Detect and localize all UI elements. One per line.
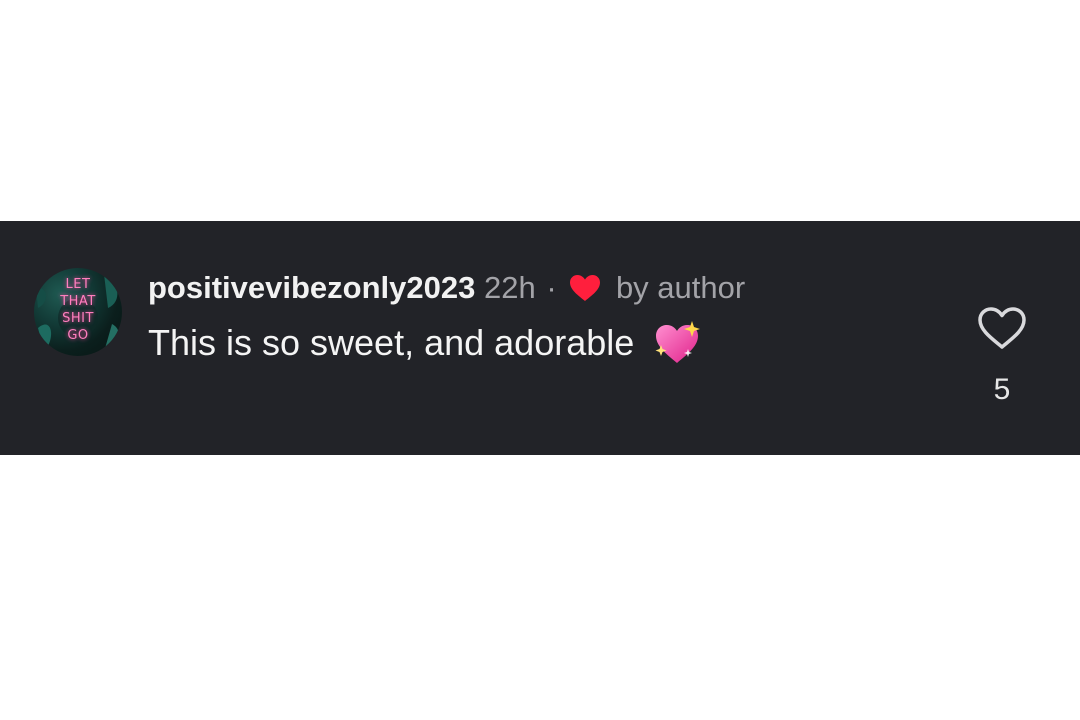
liked-by-author-label: by author: [615, 270, 746, 305]
avatar[interactable]: LET THAT SHIT GO: [34, 268, 122, 356]
comment-body: This is so sweet, and adorable: [148, 322, 635, 363]
avatar-neon-text: LET THAT SHIT GO: [34, 276, 122, 344]
red-heart-icon: [570, 275, 601, 301]
avatar-text-line: SHIT: [62, 311, 94, 326]
comment-row: LET THAT SHIT GO positivevibezonly2023 2…: [0, 221, 1080, 455]
heart-outline-icon: [978, 307, 1026, 349]
comment-text: This is so sweet, and adorable: [148, 319, 702, 365]
sparkling-heart-emoji-icon: [655, 321, 701, 363]
comment-time: 22h: [484, 270, 536, 305]
avatar-text-line: GO: [67, 328, 89, 343]
like-button[interactable]: [976, 305, 1028, 351]
comment-header: positivevibezonly2023 22h · by author: [148, 270, 745, 306]
avatar-text-line: THAT: [60, 294, 96, 309]
like-count: 5: [993, 373, 1011, 406]
username-link[interactable]: positivevibezonly2023: [148, 270, 475, 305]
avatar-text-line: LET: [65, 277, 91, 292]
meta-separator: ·: [546, 270, 557, 305]
